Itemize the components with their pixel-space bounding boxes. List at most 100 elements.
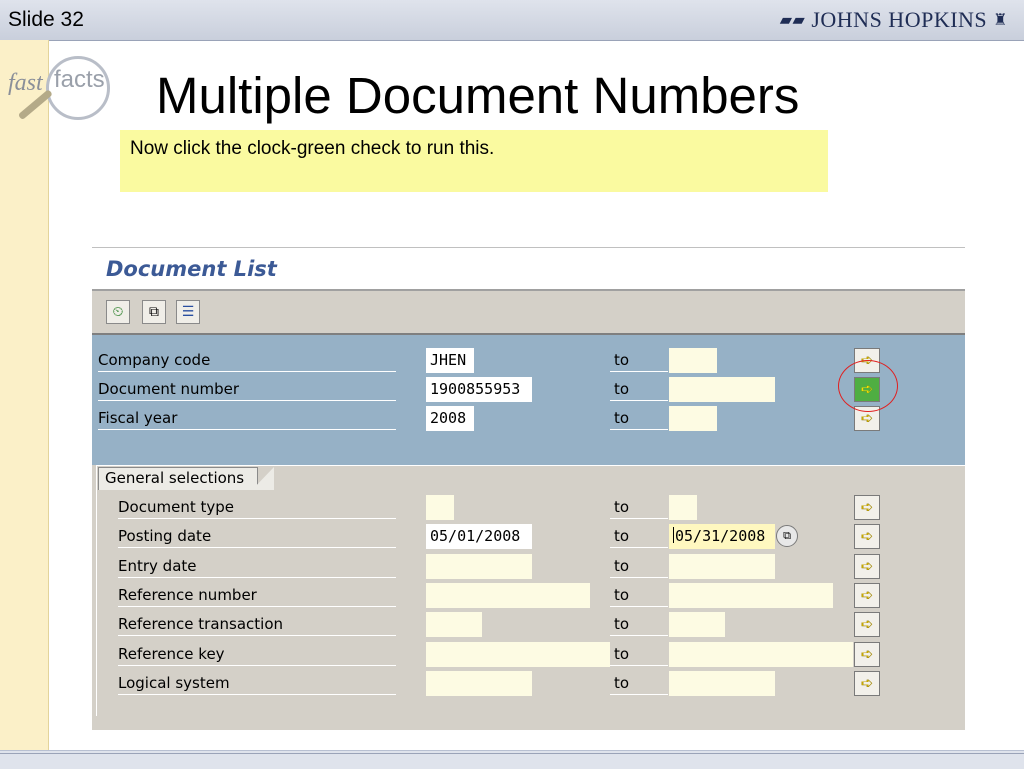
tab-slant bbox=[252, 467, 274, 490]
posting-date-to-input[interactable]: 05/31/2008 bbox=[669, 524, 775, 550]
field-label: Reference number bbox=[118, 585, 257, 604]
fastfacts-facts-text: facts bbox=[54, 66, 105, 93]
text-caret bbox=[673, 527, 674, 544]
slide-number: Slide 32 bbox=[8, 8, 84, 31]
application-toolbar: ⏲ ⧉ ☰ bbox=[92, 291, 965, 335]
to-label: to bbox=[614, 585, 630, 604]
label-underline bbox=[118, 664, 396, 666]
label-underline bbox=[118, 518, 396, 519]
to-label: to bbox=[614, 409, 630, 427]
entry-date-to-input[interactable] bbox=[669, 553, 775, 579]
logo-text: JOHNS HOPKINS bbox=[811, 7, 988, 32]
entry-date-from-input[interactable] bbox=[426, 553, 532, 579]
to-value: 05/31/2008 bbox=[675, 527, 766, 546]
document-type-to-input[interactable] bbox=[669, 495, 697, 520]
document-number-from-input[interactable]: 1900855953 bbox=[426, 377, 532, 402]
label-underline bbox=[98, 400, 396, 401]
arrow-right-icon: ➪ bbox=[860, 615, 874, 634]
selection-row-reference-key: Reference key to ➪ bbox=[92, 641, 965, 668]
selection-row-reference-transaction: Reference transaction to ➪ bbox=[92, 611, 965, 638]
to-label: to bbox=[614, 380, 630, 398]
label-underline bbox=[118, 635, 396, 637]
reference-key-to-input[interactable] bbox=[669, 641, 853, 667]
selection-options-button[interactable]: ☰ bbox=[176, 300, 200, 324]
field-label: Company code bbox=[98, 351, 211, 369]
to-label: to bbox=[614, 644, 630, 663]
main-selection-area: Company code JHEN to ➪ Document number 190085… bbox=[92, 335, 965, 465]
label-underline bbox=[118, 605, 396, 607]
fastfacts-logo: fast facts bbox=[8, 56, 118, 134]
to-underline bbox=[610, 576, 668, 578]
instruction-text: Now click the clock-green check to run t… bbox=[130, 138, 495, 159]
reference-key-from-input[interactable] bbox=[426, 641, 610, 667]
label-underline bbox=[118, 693, 396, 695]
dome-icon: ♜ bbox=[993, 12, 1008, 29]
general-selections-tab[interactable]: General selections bbox=[98, 467, 258, 490]
multiple-selection-button-reference-number[interactable]: ➪ bbox=[854, 582, 880, 608]
field-label: Reference key bbox=[118, 644, 225, 663]
selection-row-company-code: Company code JHEN to ➪ bbox=[92, 347, 965, 374]
execute-clock-icon: ⏲ bbox=[112, 304, 124, 320]
calendar-help-icon[interactable]: ⧉ bbox=[776, 525, 798, 548]
jh-shield-icon: ▰▰ bbox=[779, 12, 806, 29]
arrow-right-icon: ➪ bbox=[860, 644, 874, 663]
instruction-note: Now click the clock-green check to run t… bbox=[120, 130, 828, 192]
label-underline bbox=[98, 429, 396, 430]
multiple-selection-button-reference-transaction[interactable]: ➪ bbox=[854, 612, 880, 638]
selection-options-icon: ☰ bbox=[181, 304, 195, 320]
reference-number-to-input[interactable] bbox=[669, 582, 833, 608]
fiscal-year-from-input[interactable]: 2008 bbox=[426, 406, 474, 431]
get-variant-button[interactable]: ⧉ bbox=[142, 300, 166, 324]
label-underline bbox=[118, 547, 396, 549]
highlight-circle bbox=[838, 360, 898, 412]
to-label: to bbox=[614, 615, 630, 634]
multiple-selection-button-logical-system[interactable]: ➪ bbox=[854, 670, 880, 696]
arrow-right-icon: ➪ bbox=[860, 673, 874, 692]
field-label: Logical system bbox=[118, 673, 230, 692]
reference-transaction-from-input[interactable] bbox=[426, 612, 482, 638]
field-label: Posting date bbox=[118, 527, 212, 546]
document-number-to-input[interactable] bbox=[669, 377, 775, 402]
general-selections-label: General selections bbox=[105, 469, 245, 487]
to-label: to bbox=[614, 351, 630, 369]
fiscal-year-to-input[interactable] bbox=[669, 406, 717, 431]
field-label: Document number bbox=[98, 380, 240, 398]
multiple-selection-button-reference-key[interactable]: ➪ bbox=[854, 641, 880, 667]
field-label: Fiscal year bbox=[98, 409, 178, 427]
field-label: Entry date bbox=[118, 556, 197, 575]
to-label: to bbox=[614, 498, 630, 516]
slide-title: Multiple Document Numbers bbox=[156, 67, 800, 124]
company-code-from-input[interactable]: JHEN bbox=[426, 348, 474, 373]
multiple-selection-button-document-type[interactable]: ➪ bbox=[854, 495, 880, 520]
footer-line bbox=[0, 753, 1024, 754]
multiple-selection-button-entry-date[interactable]: ➪ bbox=[854, 553, 880, 579]
johns-hopkins-logo: ▰▰ JOHNS HOPKINS ♜ bbox=[780, 7, 1014, 33]
selection-row-document-number: Document number 1900855953 to ➪ bbox=[92, 376, 965, 403]
reference-transaction-to-input[interactable] bbox=[669, 612, 725, 638]
execute-clock-button[interactable]: ⏲ bbox=[106, 300, 130, 324]
general-selections-area: General selections Document type to ➪ Posti… bbox=[92, 465, 966, 730]
arrow-right-icon: ➪ bbox=[860, 556, 874, 575]
arrow-right-icon: ➪ bbox=[860, 585, 874, 604]
document-type-from-input[interactable] bbox=[426, 495, 454, 520]
selection-row-reference-number: Reference number to ➪ bbox=[92, 582, 965, 609]
selection-row-entry-date: Entry date to ➪ bbox=[92, 553, 965, 580]
company-code-to-input[interactable] bbox=[669, 348, 717, 373]
to-underline bbox=[610, 693, 668, 695]
selection-row-document-type: Document type to ➪ bbox=[92, 494, 965, 521]
to-label: to bbox=[614, 673, 630, 692]
to-underline bbox=[610, 518, 668, 519]
slide-header-bar: Slide 32 ▰▰ JOHNS HOPKINS ♜ bbox=[0, 0, 1024, 41]
reference-number-from-input[interactable] bbox=[426, 582, 590, 608]
logical-system-to-input[interactable] bbox=[669, 670, 775, 696]
screen-title: Document List bbox=[106, 257, 277, 281]
to-underline bbox=[610, 400, 668, 401]
screen-header: Document List bbox=[92, 248, 965, 289]
multiple-selection-button-posting-date[interactable]: ➪ bbox=[854, 524, 880, 550]
logical-system-from-input[interactable] bbox=[426, 670, 532, 696]
to-underline bbox=[610, 664, 668, 666]
posting-date-from-input[interactable]: 05/01/2008 bbox=[426, 524, 532, 550]
arrow-right-icon: ➪ bbox=[860, 527, 874, 546]
selection-row-logical-system: Logical system to ➪ bbox=[92, 670, 965, 697]
arrow-right-icon: ➪ bbox=[860, 409, 874, 427]
